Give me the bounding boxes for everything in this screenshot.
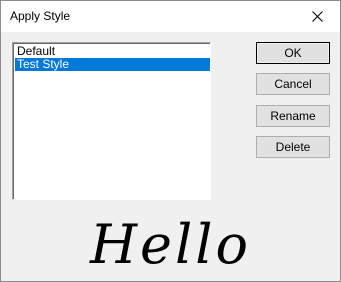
style-preview-text: Hello <box>89 213 252 276</box>
list-item-selected[interactable]: Test Style <box>15 58 210 71</box>
rename-button[interactable]: Rename <box>256 105 330 127</box>
title-bar[interactable]: Apply Style <box>1 1 340 32</box>
apply-style-dialog: Apply Style Default Test Style OK Cancel… <box>0 0 341 282</box>
cancel-button[interactable]: Cancel <box>256 73 330 95</box>
ok-button[interactable]: OK <box>256 42 330 64</box>
close-button[interactable] <box>294 1 340 32</box>
list-item-label: Test Style <box>17 57 70 71</box>
style-listbox[interactable]: Default Test Style <box>12 42 211 200</box>
close-icon <box>312 11 323 22</box>
window-title: Apply Style <box>10 9 71 23</box>
delete-button[interactable]: Delete <box>256 136 330 158</box>
list-item-label: Default <box>17 44 56 58</box>
